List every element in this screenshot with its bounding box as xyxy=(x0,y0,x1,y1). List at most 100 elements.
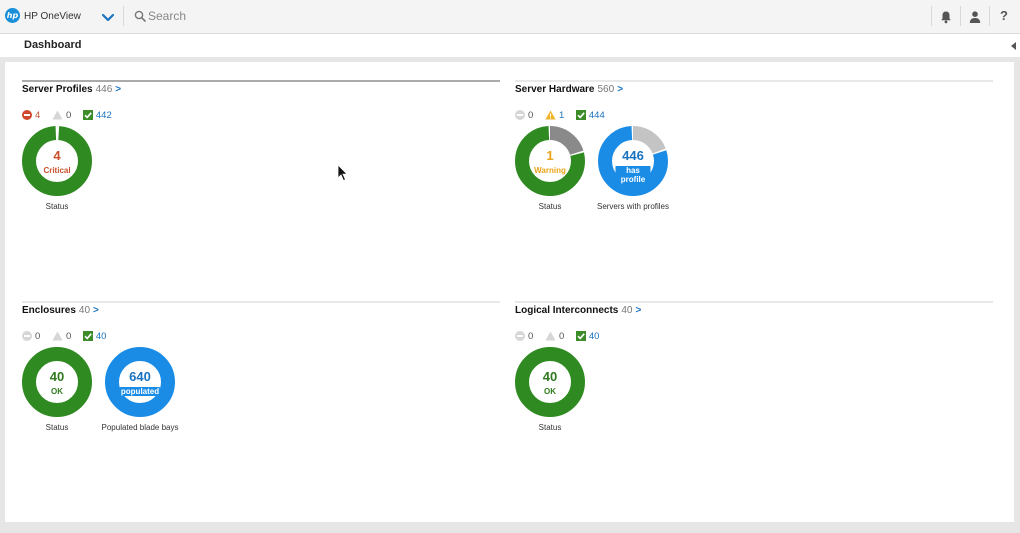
warning-icon xyxy=(52,110,63,120)
app-name[interactable]: HP OneView xyxy=(24,11,81,22)
mouse-cursor-icon xyxy=(337,164,349,182)
disabled-icon xyxy=(515,331,525,341)
donut-value: 446 xyxy=(622,148,644,163)
donut-caption: Status xyxy=(538,423,562,432)
status-counts: 0 0 40 xyxy=(515,331,608,342)
donut-label: OK xyxy=(51,387,63,396)
critical-icon xyxy=(22,110,32,120)
status-counts: 0 0 40 xyxy=(22,331,115,342)
panel-header: Enclosures 40 > xyxy=(22,305,99,316)
ok-count-value: 40 xyxy=(588,331,600,342)
donut-caption: Status xyxy=(45,423,69,432)
bell-icon[interactable] xyxy=(938,9,954,25)
disabled-count-value: 0 xyxy=(528,110,534,121)
chevron-down-icon[interactable] xyxy=(100,9,116,25)
disabled-count[interactable]: 0 xyxy=(515,331,533,342)
status-counts: 0 1 444 xyxy=(515,110,614,121)
divider xyxy=(515,301,993,303)
panel-count[interactable]: 40 xyxy=(79,305,90,316)
search-input[interactable] xyxy=(148,7,388,25)
donut-label: Critical xyxy=(43,166,71,175)
ok-check-icon xyxy=(82,331,93,341)
donut-chart: 40 OK xyxy=(22,347,92,417)
status-donut[interactable]: 40 OK Status xyxy=(509,347,591,432)
panel-count[interactable]: 40 xyxy=(621,305,632,316)
divider xyxy=(960,6,961,26)
ok-count[interactable]: 444 xyxy=(575,110,605,121)
donut-chart: 40 OK xyxy=(515,347,585,417)
ok-count-value: 444 xyxy=(588,110,605,121)
critical-count-value: 4 xyxy=(35,110,41,121)
divider xyxy=(22,80,500,82)
warning-count-value: 0 xyxy=(558,331,565,342)
warning-icon xyxy=(545,110,556,120)
ok-count[interactable]: 40 xyxy=(575,331,600,342)
donut-caption: Populated blade bays xyxy=(101,423,179,432)
disabled-icon xyxy=(515,110,525,120)
warning-count[interactable]: 0 xyxy=(52,110,71,121)
panel-title[interactable]: Server Hardware xyxy=(515,84,595,95)
user-icon[interactable] xyxy=(967,9,983,25)
donut-value: 4 xyxy=(53,148,61,163)
hp-logo[interactable]: hp xyxy=(5,8,20,23)
donut-value: 1 xyxy=(546,148,554,163)
status-donut[interactable]: 40 OK Status xyxy=(16,347,98,432)
page-title: Dashboard xyxy=(24,39,82,51)
chevron-right-icon[interactable]: > xyxy=(93,305,99,316)
disabled-count[interactable]: 0 xyxy=(515,110,533,121)
chevron-right-icon[interactable]: > xyxy=(635,305,641,316)
page-header: Dashboard xyxy=(0,34,1020,57)
disabled-count-value: 0 xyxy=(528,331,534,342)
disabled-count[interactable]: 0 xyxy=(22,331,40,342)
help-icon[interactable]: ? xyxy=(997,8,1011,23)
ok-count[interactable]: 40 xyxy=(82,331,107,342)
donut-label: has profile xyxy=(615,166,651,184)
search-icon xyxy=(134,10,146,22)
disabled-icon xyxy=(22,331,32,341)
warning-count-value: 0 xyxy=(65,331,72,342)
chevron-right-icon[interactable]: > xyxy=(617,84,623,95)
warning-count[interactable]: 0 xyxy=(545,331,564,342)
ok-check-icon xyxy=(82,110,93,120)
panel-count[interactable]: 446 xyxy=(96,84,113,95)
dashboard-main: Server Profiles 446 > 4 0 442 4 Critical S… xyxy=(5,62,1014,522)
panel-count[interactable]: 560 xyxy=(598,84,615,95)
status-donut[interactable]: 4 Critical Status xyxy=(16,126,98,211)
ok-check-icon xyxy=(575,331,586,341)
chevron-right-icon[interactable]: > xyxy=(115,84,121,95)
warning-count[interactable]: 0 xyxy=(52,331,71,342)
donut-label: OK xyxy=(544,387,556,396)
divider xyxy=(515,80,993,82)
warning-count[interactable]: 1 xyxy=(545,110,564,121)
servers-with-profiles-donut[interactable]: 446 has profile Servers with profiles xyxy=(592,126,674,211)
ok-count[interactable]: 442 xyxy=(82,110,112,121)
panel-header: Server Profiles 446 > xyxy=(22,84,121,95)
ok-check-icon xyxy=(575,110,586,120)
status-counts: 4 0 442 xyxy=(22,110,121,121)
donut-chart: 640 populated xyxy=(105,347,175,417)
panel-title[interactable]: Enclosures xyxy=(22,305,76,316)
critical-count[interactable]: 4 xyxy=(22,110,40,121)
ok-count-value: 40 xyxy=(95,331,107,342)
donut-value: 40 xyxy=(49,369,65,384)
donut-label: populated xyxy=(119,387,161,396)
divider xyxy=(22,301,500,303)
populated-bays-donut[interactable]: 640 populated Populated blade bays xyxy=(92,347,188,432)
status-donut[interactable]: 1 Warning Status xyxy=(509,126,591,211)
ok-count-value: 442 xyxy=(95,110,112,121)
panel-title[interactable]: Logical Interconnects xyxy=(515,305,618,316)
donut-label: Warning xyxy=(534,166,566,175)
warning-icon xyxy=(545,331,556,341)
donut-caption: Status xyxy=(45,202,69,211)
donut-value: 40 xyxy=(542,369,558,384)
donut-value: 640 xyxy=(129,369,151,384)
donut-chart: 4 Critical xyxy=(22,126,92,196)
divider xyxy=(989,6,990,26)
panel-header: Server Hardware 560 > xyxy=(515,84,623,95)
panel-header: Logical Interconnects 40 > xyxy=(515,305,641,316)
top-bar: hp HP OneView ? xyxy=(0,0,1020,34)
warning-count-value: 1 xyxy=(558,110,565,121)
collapse-panel-icon[interactable] xyxy=(1011,42,1016,50)
panel-title[interactable]: Server Profiles xyxy=(22,84,93,95)
donut-caption: Servers with profiles xyxy=(596,202,670,211)
